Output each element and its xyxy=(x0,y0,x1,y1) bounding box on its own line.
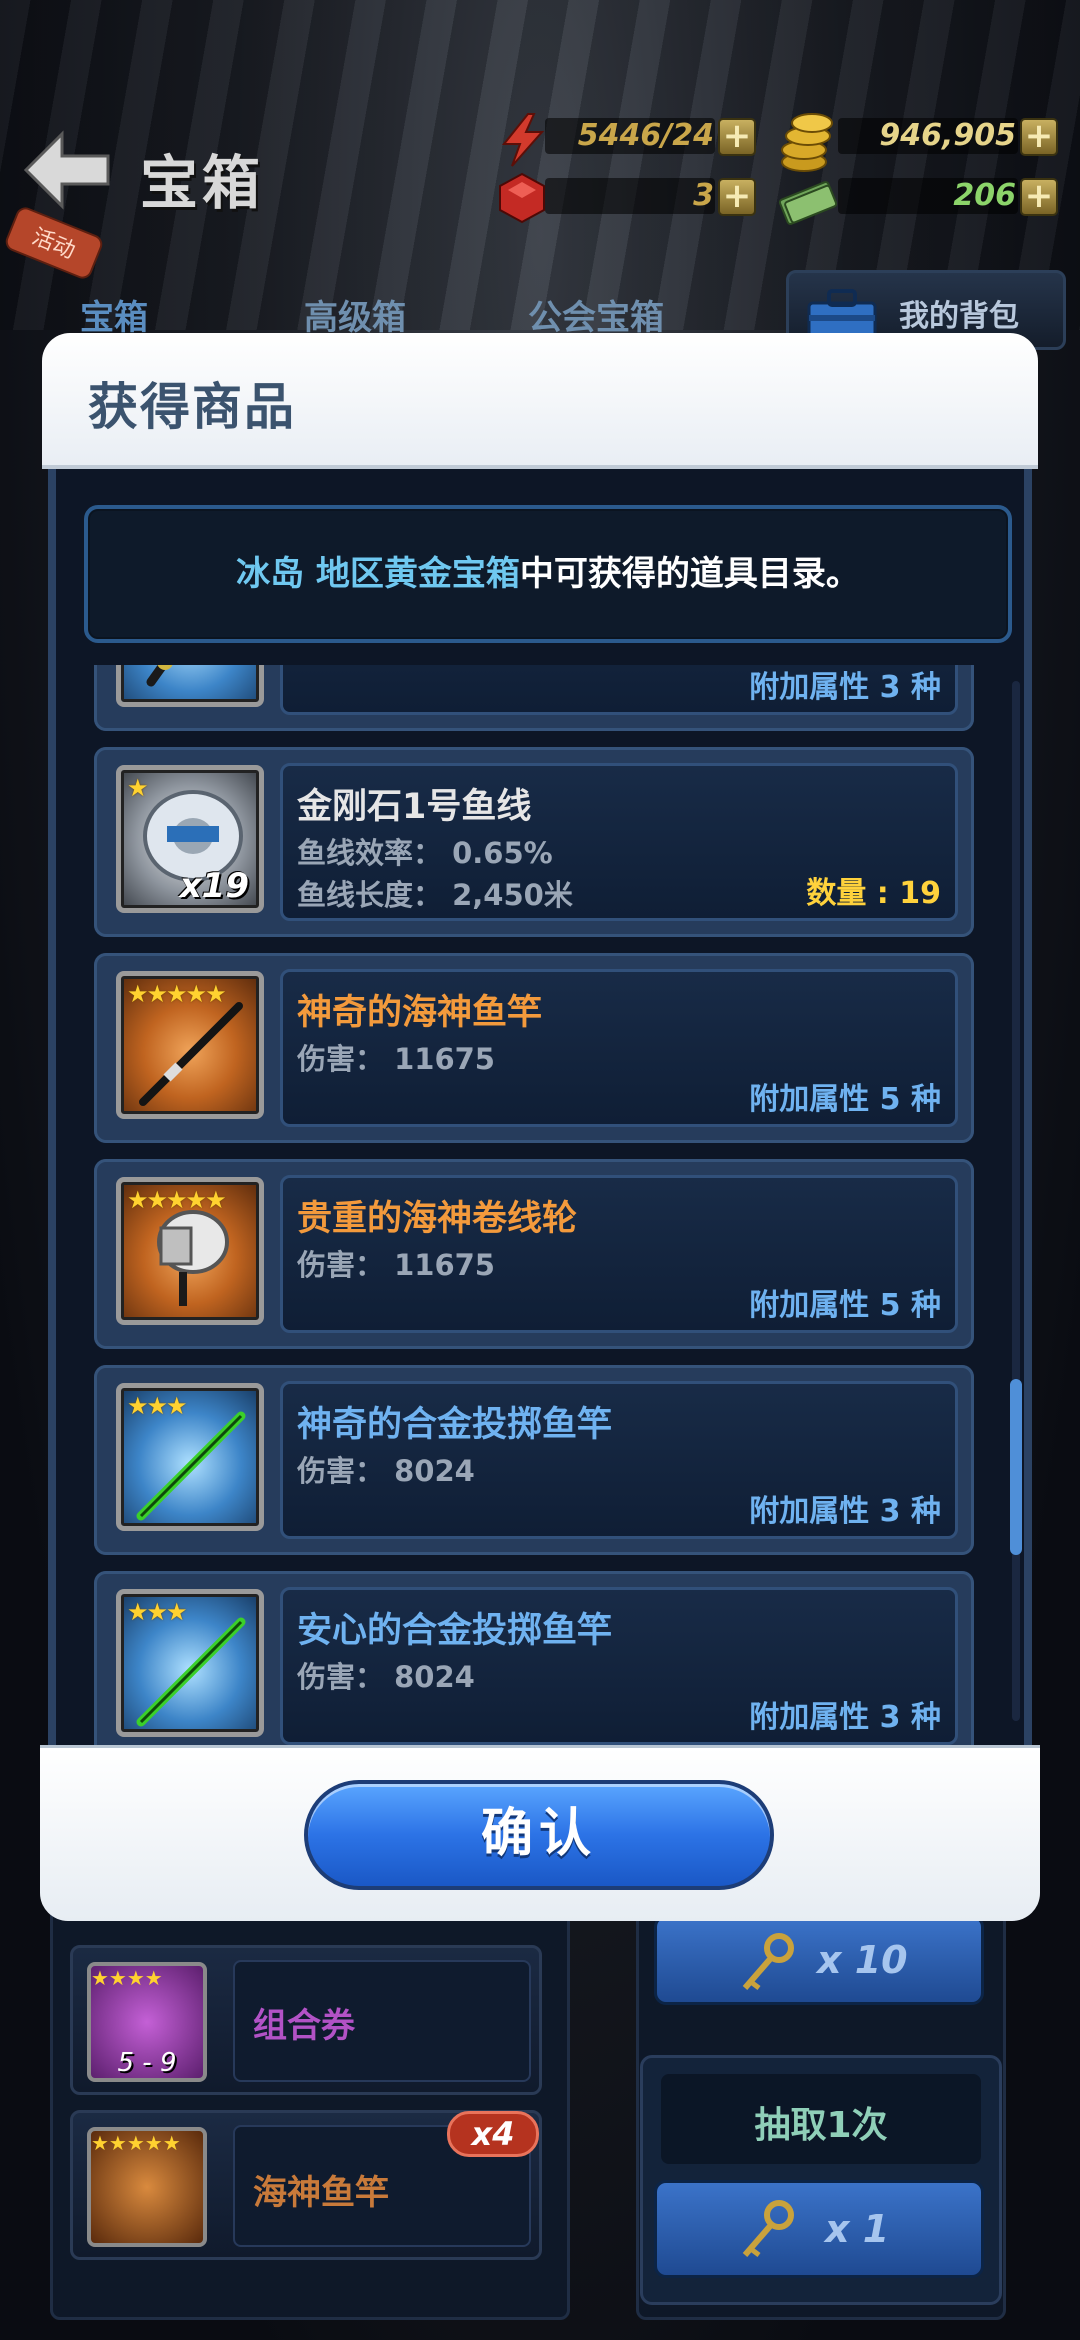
rod-blue-icon xyxy=(116,665,264,707)
scrollbar-thumb[interactable] xyxy=(1010,1379,1022,1555)
add-energy-button[interactable]: + xyxy=(718,118,756,156)
page-title: 宝箱 xyxy=(140,149,265,217)
draw-once-key-label: x 1 xyxy=(825,2207,890,2251)
top-bar: 宝箱 5446/24 + 946,905 + 3 + 206 + xyxy=(0,100,1080,225)
add-coins-button[interactable]: + xyxy=(1020,118,1058,156)
info-box: 冰岛 地区黄金宝箱中可获得的道具目录。 xyxy=(84,505,1012,643)
lightning-icon xyxy=(501,113,545,167)
modal-header: 获得商品 xyxy=(42,333,1038,469)
rarity-stars: ★★★★★ xyxy=(127,980,227,1008)
list-item[interactable]: ★★★★★ 贵重的海神卷线轮 伤害： 11675 附加属性 5 种 xyxy=(94,1159,974,1349)
item-attributes: 附加属性 5 种 xyxy=(749,1082,941,1117)
key-icon xyxy=(742,2200,794,2257)
fishing-line-icon: ★ x19 xyxy=(116,765,264,913)
gems-value: 3 xyxy=(693,178,714,213)
bg-list-item-rod[interactable]: ★★★★★ 海神鱼竿 x4 xyxy=(70,2110,542,2260)
item-count: 数量 : 19 xyxy=(806,876,941,911)
my-bag-label: 我的背包 xyxy=(899,299,1019,334)
modal-body: 冰岛 地区黄金宝箱中可获得的道具目录。 附加属性 3 种 ★ x19 金刚石1号… xyxy=(48,469,1032,1745)
modal-title: 获得商品 xyxy=(88,378,296,436)
tab-chest[interactable]: 宝箱 xyxy=(80,290,148,339)
item-stat-length: 鱼线长度： 2,450米 xyxy=(297,878,573,912)
item-name: 安心的合金投掷鱼竿 xyxy=(297,1611,613,1651)
draw-ten-button[interactable]: x 10 xyxy=(654,1915,984,2005)
item-attributes: 附加属性 3 种 xyxy=(749,1494,941,1529)
key-icon xyxy=(742,1933,794,1990)
item-name: 贵重的海神卷线轮 xyxy=(297,1199,578,1239)
coins-icon xyxy=(781,113,833,172)
rod-count-badge: x4 xyxy=(447,2111,539,2157)
modal-footer: 确认 xyxy=(40,1745,1040,1921)
info-region: 冰岛 地区黄金宝箱 xyxy=(236,554,520,594)
rod-green-icon: ★★★ xyxy=(116,1589,264,1737)
back-arrow-icon[interactable] xyxy=(22,130,112,210)
rarity-stars: ★ xyxy=(127,774,148,802)
rod-orange-icon: ★★★★★ xyxy=(116,971,264,1119)
tab-premium-chest[interactable]: 高级箱 xyxy=(304,290,406,339)
item-attributes: 附加属性 3 种 xyxy=(749,1700,941,1735)
item-stat-damage: 伤害： 11675 xyxy=(297,1042,495,1076)
list-item[interactable]: ★★★★★ 神奇的海神鱼竿 伤害： 11675 附加属性 5 种 xyxy=(94,953,974,1143)
cash-icon xyxy=(778,181,838,225)
rod-orange-icon: ★★★★★ xyxy=(87,2127,207,2247)
info-text: 中可获得的道具目录。 xyxy=(519,554,860,594)
list-item[interactable]: 附加属性 3 种 xyxy=(94,665,974,731)
ruby-icon xyxy=(499,172,545,224)
item-quantity-overlay: x19 xyxy=(179,866,249,906)
item-attributes: 附加属性 3 种 xyxy=(749,670,941,705)
rarity-stars: ★★★★★ xyxy=(127,1186,227,1214)
energy-value: 5446/24 xyxy=(577,118,714,153)
coins-value: 946,905 xyxy=(879,118,1016,153)
bg-list-item-coupon[interactable]: ★★★★ 5 - 9 组合券 xyxy=(70,1945,542,2095)
rarity-stars: ★★★ xyxy=(127,1392,188,1420)
coupon-icon: ★★★★ 5 - 9 xyxy=(87,1962,207,2082)
draw-ten-label: x 10 xyxy=(817,1938,908,1982)
confirm-button[interactable]: 确认 xyxy=(304,1780,774,1890)
list-item[interactable]: ★ x19 金刚石1号鱼线 鱼线效率： 0.65% 鱼线长度： 2,450米 数… xyxy=(94,747,974,937)
reel-icon: ★★★★★ xyxy=(116,1177,264,1325)
rarity-stars: ★★★ xyxy=(127,1598,188,1626)
coupon-range: 5 - 9 xyxy=(117,2048,177,2078)
reward-list-modal: 获得商品 冰岛 地区黄金宝箱中可获得的道具目录。 附加属性 3 种 ★ x19 … xyxy=(40,333,1040,1921)
item-name: 神奇的海神鱼竿 xyxy=(297,993,543,1033)
item-stat-damage: 伤害： 11675 xyxy=(297,1248,495,1282)
item-name: 金刚石1号鱼线 xyxy=(297,787,532,827)
item-attributes: 附加属性 5 种 xyxy=(749,1288,941,1323)
list-item[interactable]: ★★★ 神奇的合金投掷鱼竿 伤害： 8024 附加属性 3 种 xyxy=(94,1365,974,1555)
scrollbar-track[interactable] xyxy=(1012,681,1020,1721)
draw-once-label: 抽取1次 xyxy=(754,2105,888,2146)
item-name: 神奇的合金投掷鱼竿 xyxy=(297,1405,613,1445)
item-list[interactable]: 附加属性 3 种 ★ x19 金刚石1号鱼线 鱼线效率： 0.65% 鱼线长度：… xyxy=(56,665,1024,1745)
item-stat-efficiency: 鱼线效率： 0.65% xyxy=(297,836,553,870)
rod-label: 海神鱼竿 xyxy=(253,2173,389,2213)
item-stat-damage: 伤害： 8024 xyxy=(297,1660,475,1694)
rod-green-icon: ★★★ xyxy=(116,1383,264,1531)
coupon-label: 组合券 xyxy=(253,2006,355,2046)
draw-once-button[interactable]: x 1 xyxy=(654,2180,984,2278)
add-cash-button[interactable]: + xyxy=(1020,178,1058,216)
add-gems-button[interactable]: + xyxy=(718,178,756,216)
item-stat-damage: 伤害： 8024 xyxy=(297,1454,475,1488)
list-item[interactable]: ★★★ 安心的合金投掷鱼竿 伤害： 8024 附加属性 3 种 xyxy=(94,1571,974,1745)
tab-guild-chest[interactable]: 公会宝箱 xyxy=(528,290,664,339)
cash-value: 206 xyxy=(953,178,1016,213)
